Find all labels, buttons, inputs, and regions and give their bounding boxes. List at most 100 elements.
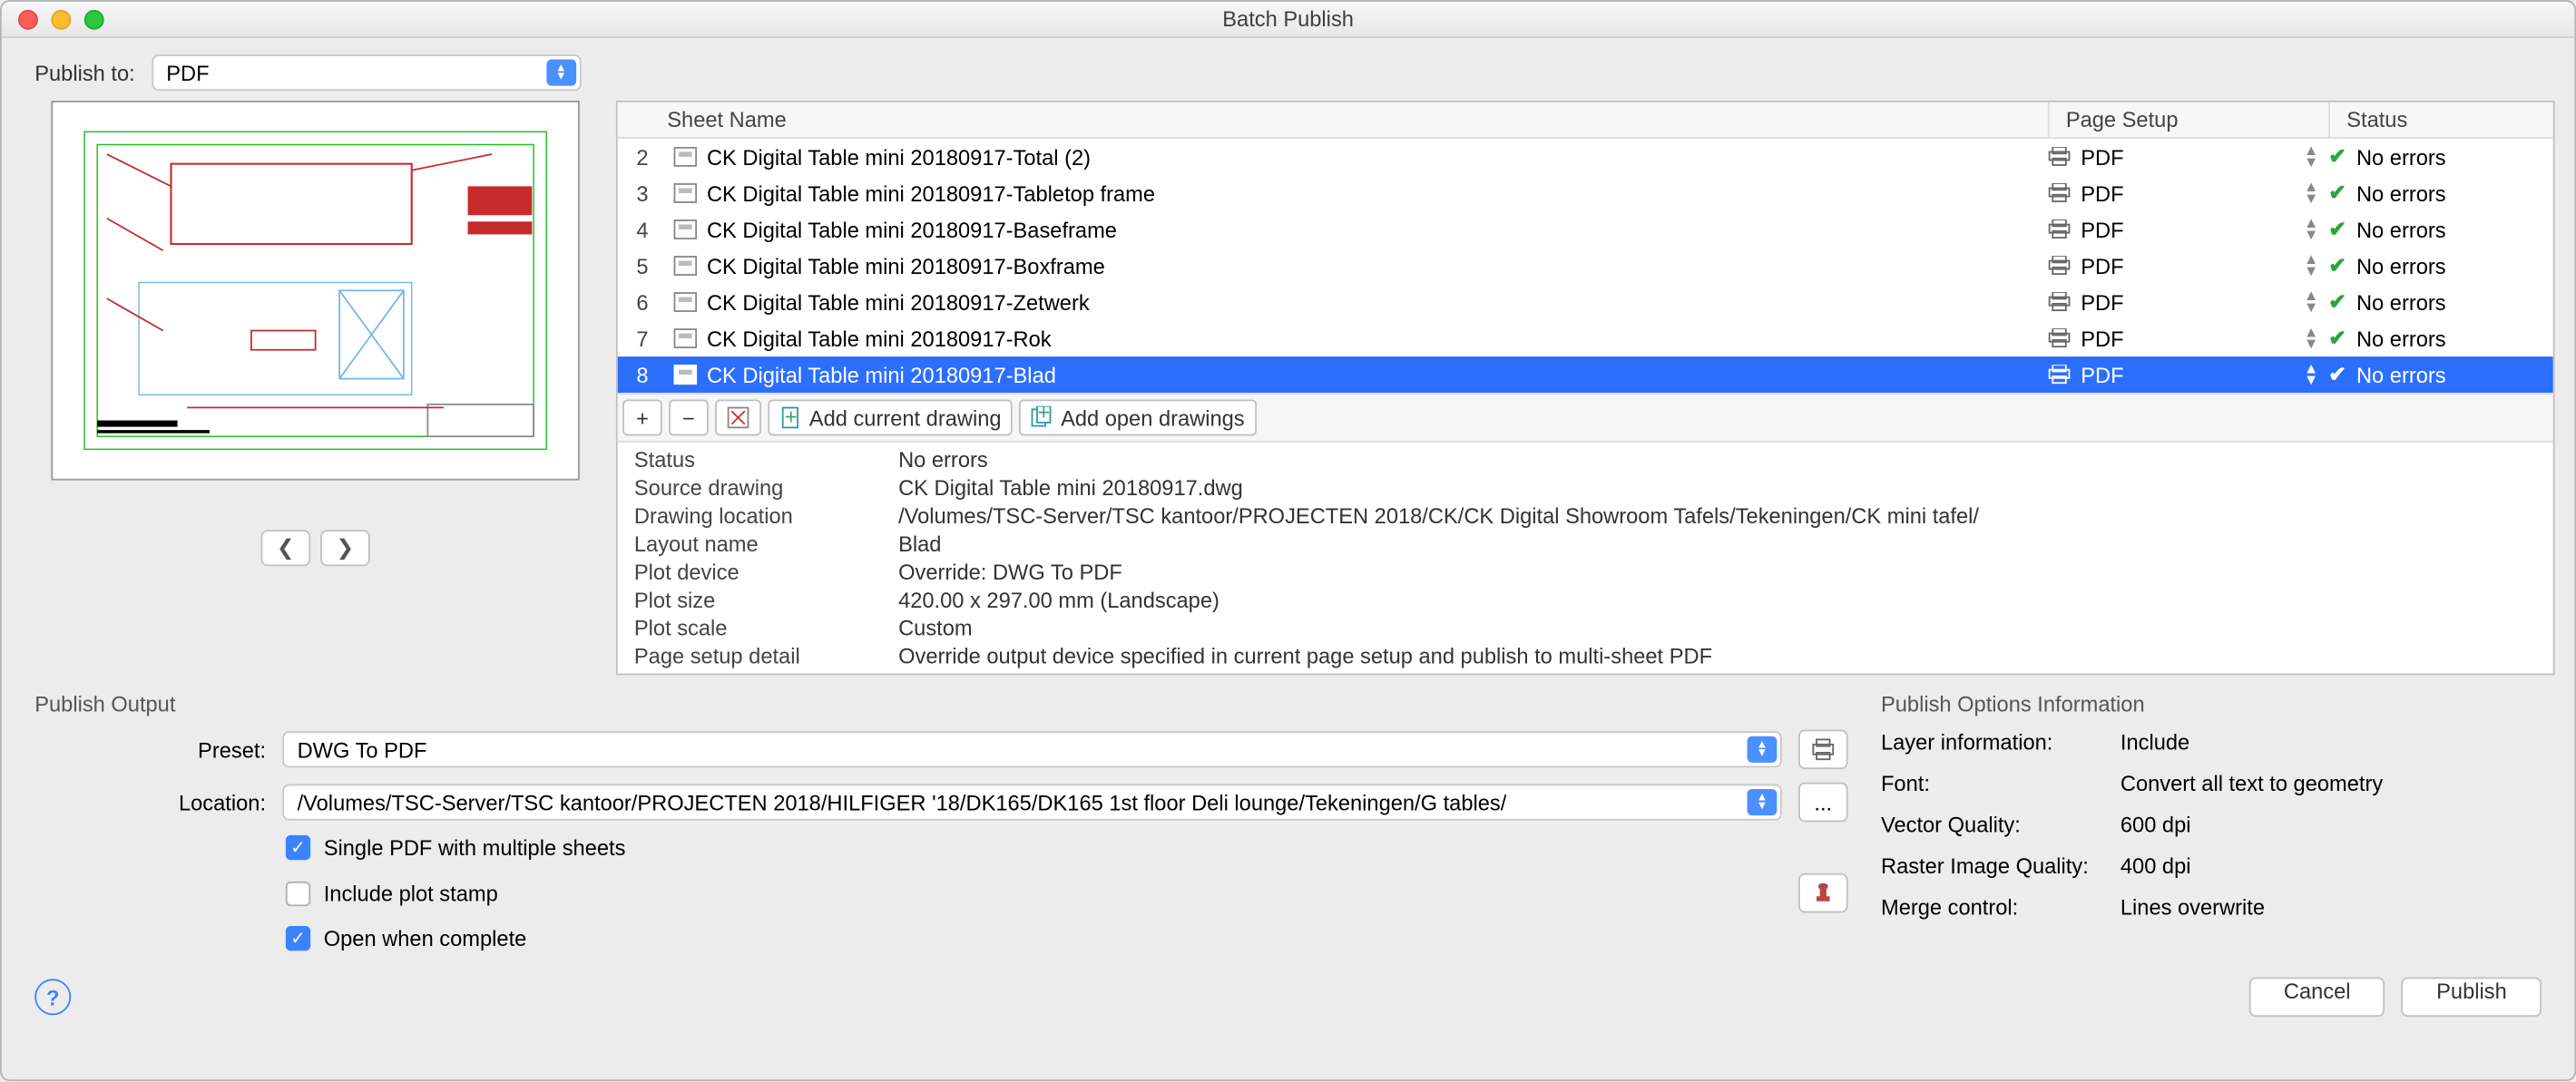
col-page-setup[interactable]: Page Setup bbox=[2048, 102, 2328, 137]
option-label: Vector Quality: bbox=[1881, 812, 2121, 836]
layout-icon bbox=[667, 147, 703, 167]
check-icon: ✔ bbox=[2328, 326, 2346, 352]
sheet-preview bbox=[51, 101, 579, 481]
page-setup-cell[interactable]: PDF ▲▼ bbox=[2048, 180, 2328, 205]
sheet-name-cell: CK Digital Table mini 20180917-Rok bbox=[703, 326, 2047, 350]
dropdown-icon: ▲▼ bbox=[2304, 218, 2318, 240]
option-row: Vector Quality:600 dpi bbox=[1881, 812, 2542, 836]
status-cell: ✔No errors bbox=[2328, 289, 2553, 316]
sheet-name-cell: CK Digital Table mini 20180917-Zetwerk bbox=[703, 289, 2047, 314]
table-row[interactable]: 5 CK Digital Table mini 20180917-Boxfram… bbox=[618, 248, 2553, 284]
page-setup-cell[interactable]: PDF ▲▼ bbox=[2048, 217, 2328, 241]
dropdown-icon: ▲▼ bbox=[2304, 363, 2318, 385]
preset-label: Preset: bbox=[34, 737, 266, 762]
option-row: Merge control:Lines overwrite bbox=[1881, 894, 2542, 919]
check-icon: ✔ bbox=[2328, 180, 2346, 206]
page-setup-cell[interactable]: PDF ▲▼ bbox=[2048, 326, 2328, 350]
page-setup-cell[interactable]: PDF ▲▼ bbox=[2048, 289, 2328, 314]
sheet-name-cell: CK Digital Table mini 20180917-Boxframe bbox=[703, 253, 2047, 278]
add-sheet-icon: + bbox=[779, 406, 802, 429]
page-setup-cell[interactable]: PDF ▲▼ bbox=[2048, 362, 2328, 386]
location-select[interactable]: /Volumes/TSC-Server/TSC kantoor/PROJECTE… bbox=[282, 785, 1782, 821]
check-icon: ✔ bbox=[2328, 289, 2346, 316]
publish-options-title: Publish Options Information bbox=[1881, 692, 2542, 716]
help-button[interactable]: ? bbox=[34, 979, 71, 1015]
page-setup-cell[interactable]: PDF ▲▼ bbox=[2048, 253, 2328, 278]
add-current-drawing-button[interactable]: + Add current drawing bbox=[768, 399, 1013, 435]
preview-prev-button[interactable]: ❮ bbox=[261, 530, 311, 566]
option-value: 400 dpi bbox=[2121, 853, 2191, 878]
detail-value: Blad bbox=[898, 531, 941, 556]
detail-value: 420.00 x 297.00 mm (Landscape) bbox=[898, 588, 1219, 612]
detail-label: Drawing location bbox=[634, 503, 898, 528]
row-number: 2 bbox=[618, 144, 668, 169]
col-status[interactable]: Status bbox=[2328, 102, 2553, 137]
option-value: Lines overwrite bbox=[2121, 894, 2265, 919]
remove-all-button[interactable] bbox=[715, 399, 761, 435]
sheet-table: Sheet Name Page Setup Status 2 CK Digita… bbox=[616, 101, 2555, 675]
row-number: 3 bbox=[618, 180, 668, 205]
detail-label: Source drawing bbox=[634, 475, 898, 500]
table-row[interactable]: 3 CK Digital Table mini 20180917-Tableto… bbox=[618, 175, 2553, 211]
option-row: Layer information:Include bbox=[1881, 729, 2542, 754]
plot-stamp-label: Include plot stamp bbox=[324, 881, 498, 905]
layout-icon bbox=[667, 219, 703, 239]
svg-text:+: + bbox=[1038, 406, 1051, 425]
browse-location-button[interactable]: ... bbox=[1798, 783, 1848, 823]
cancel-button[interactable]: Cancel bbox=[2249, 977, 2385, 1017]
row-number: 6 bbox=[618, 289, 668, 314]
detail-label: Plot device bbox=[634, 560, 898, 584]
detail-label: Status bbox=[634, 447, 898, 472]
detail-label: Plot size bbox=[634, 588, 898, 612]
window-title: Batch Publish bbox=[2, 6, 2575, 31]
detail-label: Page setup detail bbox=[634, 644, 898, 668]
add-open-drawings-button[interactable]: + Add open drawings bbox=[1020, 399, 1257, 435]
status-cell: ✔No errors bbox=[2328, 216, 2553, 242]
option-value: 600 dpi bbox=[2121, 812, 2191, 836]
detail-value: CK Digital Table mini 20180917.dwg bbox=[898, 475, 1243, 500]
preview-next-button[interactable]: ❯ bbox=[320, 530, 370, 566]
dropdown-icon: ▲▼ bbox=[2304, 254, 2318, 277]
publish-to-label: Publish to: bbox=[34, 60, 134, 84]
detail-row: StatusNo errors bbox=[618, 445, 2553, 473]
layout-icon bbox=[667, 183, 703, 203]
table-row[interactable]: 7 CK Digital Table mini 20180917-Rok PDF… bbox=[618, 320, 2553, 356]
publish-to-select[interactable]: PDF ▲▼ bbox=[152, 54, 581, 91]
open-complete-checkbox[interactable]: ✓ bbox=[286, 926, 310, 950]
col-sheet-name[interactable]: Sheet Name bbox=[618, 102, 2048, 137]
plot-stamp-settings-button[interactable] bbox=[1798, 873, 1848, 913]
publish-button[interactable]: Publish bbox=[2402, 977, 2542, 1017]
check-icon: ✔ bbox=[2328, 362, 2346, 388]
layout-icon bbox=[667, 256, 703, 276]
row-number: 4 bbox=[618, 217, 668, 241]
single-pdf-checkbox[interactable]: ✓ bbox=[286, 835, 310, 860]
row-number: 5 bbox=[618, 253, 668, 278]
add-sheet-button[interactable]: + bbox=[622, 399, 662, 435]
detail-row: Plot size420.00 x 297.00 mm (Landscape) bbox=[618, 586, 2553, 614]
detail-label: Layout name bbox=[634, 531, 898, 556]
table-row[interactable]: 4 CK Digital Table mini 20180917-Basefra… bbox=[618, 211, 2553, 248]
dropdown-arrows-icon: ▲▼ bbox=[546, 60, 576, 86]
preset-select[interactable]: DWG To PDF ▲▼ bbox=[282, 731, 1782, 767]
publish-to-value: PDF bbox=[166, 60, 209, 84]
page-setup-cell[interactable]: PDF ▲▼ bbox=[2048, 144, 2328, 169]
table-row[interactable]: 2 CK Digital Table mini 20180917-Total (… bbox=[618, 139, 2553, 175]
remove-sheet-button[interactable]: − bbox=[669, 399, 709, 435]
batch-publish-window: Batch Publish Publish to: PDF ▲▼ bbox=[0, 0, 2576, 1081]
table-row[interactable]: 8 CK Digital Table mini 20180917-Blad PD… bbox=[618, 356, 2553, 393]
print-setup-button[interactable] bbox=[1798, 729, 1848, 769]
dropdown-icon: ▲▼ bbox=[2304, 327, 2318, 349]
single-pdf-label: Single PDF with multiple sheets bbox=[324, 835, 626, 860]
plot-stamp-checkbox[interactable] bbox=[286, 881, 310, 905]
option-label: Layer information: bbox=[1881, 729, 2121, 754]
status-cell: ✔No errors bbox=[2328, 362, 2553, 388]
printer-icon bbox=[2048, 292, 2071, 312]
detail-value: No errors bbox=[898, 447, 988, 472]
layout-icon bbox=[667, 328, 703, 348]
detail-row: Plot deviceOverride: DWG To PDF bbox=[618, 558, 2553, 586]
detail-value: Override: DWG To PDF bbox=[898, 560, 1122, 584]
publish-output-title: Publish Output bbox=[34, 692, 1847, 716]
check-icon: ✔ bbox=[2328, 143, 2346, 170]
table-row[interactable]: 6 CK Digital Table mini 20180917-Zetwerk… bbox=[618, 284, 2553, 320]
option-value: Include bbox=[2121, 729, 2189, 754]
